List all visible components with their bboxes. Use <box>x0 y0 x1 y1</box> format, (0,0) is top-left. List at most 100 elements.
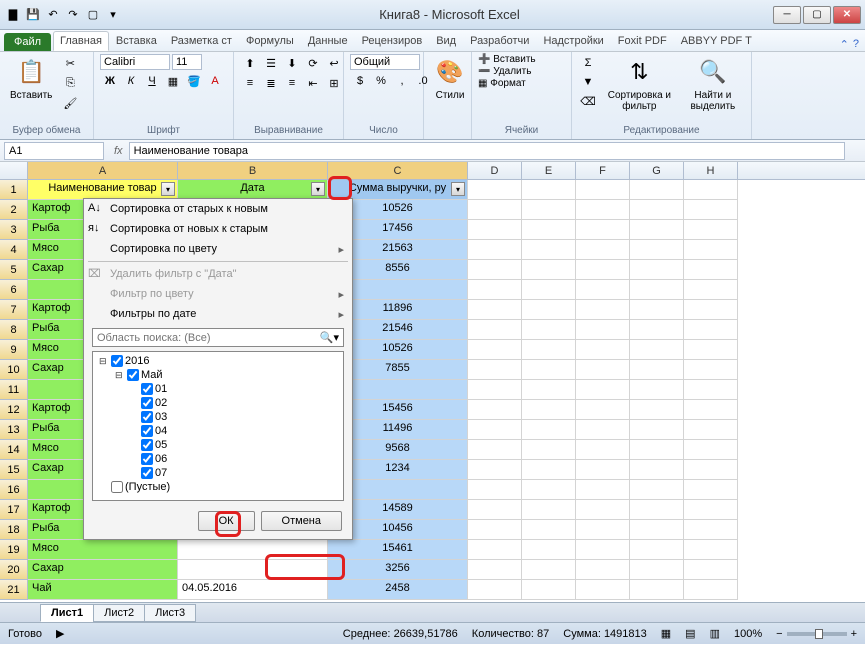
day-checkbox[interactable] <box>141 411 153 423</box>
col-header-e[interactable]: E <box>522 162 576 179</box>
cell[interactable] <box>630 260 684 280</box>
cell[interactable] <box>468 220 522 240</box>
formula-bar[interactable] <box>129 142 845 160</box>
comma-icon[interactable]: , <box>392 72 412 90</box>
cell[interactable] <box>630 340 684 360</box>
cell[interactable] <box>684 460 738 480</box>
cell[interactable] <box>684 340 738 360</box>
row-header[interactable]: 15 <box>0 460 27 480</box>
day-checkbox[interactable] <box>141 439 153 451</box>
close-button[interactable]: ✕ <box>833 6 861 24</box>
cell[interactable] <box>630 240 684 260</box>
cell[interactable] <box>630 280 684 300</box>
tab-layout[interactable]: Разметка ст <box>164 31 239 51</box>
percent-icon[interactable]: % <box>371 72 391 90</box>
tab-addins[interactable]: Надстройки <box>536 31 610 51</box>
row-header[interactable]: 1 <box>0 180 27 200</box>
minimize-button[interactable]: ─ <box>773 6 801 24</box>
find-button[interactable]: 🔍 Найти и выделить <box>681 54 745 114</box>
cell[interactable] <box>684 440 738 460</box>
cell[interactable] <box>576 520 630 540</box>
sort-filter-button[interactable]: ⇅ Сортировка и фильтр <box>602 54 677 114</box>
cell[interactable] <box>468 400 522 420</box>
font-size-select[interactable]: 11 <box>172 54 202 70</box>
select-all-corner[interactable] <box>0 162 28 179</box>
row-header[interactable]: 21 <box>0 580 27 600</box>
paste-button[interactable]: 📋 Вставить <box>6 54 56 103</box>
delete-cells-button[interactable]: ➖ Удалить <box>478 66 531 77</box>
tab-developer[interactable]: Разработчи <box>463 31 536 51</box>
cell[interactable] <box>468 380 522 400</box>
filter-dropdown-b[interactable]: ▾ <box>311 182 325 196</box>
cell[interactable] <box>576 340 630 360</box>
tab-insert[interactable]: Вставка <box>109 31 164 51</box>
row-header[interactable]: 19 <box>0 540 27 560</box>
cell[interactable] <box>468 440 522 460</box>
ok-button[interactable]: ОК <box>198 511 255 531</box>
cell[interactable] <box>630 400 684 420</box>
cell[interactable]: 3256 <box>328 560 468 580</box>
col-header-a[interactable]: A <box>28 162 178 179</box>
cell[interactable] <box>468 320 522 340</box>
number-format-select[interactable]: Общий <box>350 54 420 70</box>
cell[interactable] <box>630 500 684 520</box>
cell[interactable] <box>630 580 684 600</box>
format-painter-icon[interactable]: 🖌 <box>60 94 80 112</box>
tab-foxit[interactable]: Foxit PDF <box>611 31 674 51</box>
cell[interactable] <box>684 260 738 280</box>
filter-dropdown-c[interactable]: ▾ <box>451 182 465 196</box>
date-filters[interactable]: Фильтры по дате▸ <box>84 304 352 324</box>
cell[interactable] <box>684 420 738 440</box>
tab-home[interactable]: Главная <box>53 31 109 51</box>
format-cells-button[interactable]: ▦ Формат <box>478 78 526 89</box>
cell[interactable] <box>522 400 576 420</box>
cell[interactable] <box>684 240 738 260</box>
cell[interactable] <box>522 580 576 600</box>
maximize-button[interactable]: ▢ <box>803 6 831 24</box>
sheet-tab-3[interactable]: Лист3 <box>144 604 196 622</box>
insert-cells-button[interactable]: ➕ Вставить <box>478 54 536 65</box>
cell[interactable] <box>468 520 522 540</box>
cell[interactable] <box>684 320 738 340</box>
row-header[interactable]: 10 <box>0 360 27 380</box>
cell[interactable] <box>576 240 630 260</box>
undo-icon[interactable]: ↶ <box>44 6 62 24</box>
cell[interactable] <box>684 380 738 400</box>
cell[interactable] <box>522 540 576 560</box>
orientation-icon[interactable]: ⟳ <box>303 54 323 72</box>
row-header[interactable]: 16 <box>0 480 27 500</box>
sort-by-color[interactable]: Сортировка по цвету▸ <box>84 239 352 259</box>
new-icon[interactable]: ▢ <box>84 6 102 24</box>
cell[interactable] <box>468 280 522 300</box>
cell[interactable] <box>468 180 522 200</box>
name-box[interactable] <box>4 142 104 160</box>
month-checkbox[interactable] <box>127 369 139 381</box>
cell[interactable] <box>576 480 630 500</box>
cell[interactable] <box>522 280 576 300</box>
cell[interactable] <box>576 320 630 340</box>
header-cell-c[interactable]: Сумма выручки, ру▾ <box>328 180 468 200</box>
cell[interactable] <box>522 460 576 480</box>
cell[interactable] <box>630 180 684 200</box>
row-header[interactable]: 20 <box>0 560 27 580</box>
cell[interactable] <box>468 480 522 500</box>
cell[interactable] <box>684 220 738 240</box>
cell[interactable] <box>522 440 576 460</box>
expand-icon[interactable]: ⊟ <box>115 370 127 381</box>
cell[interactable] <box>630 360 684 380</box>
row-header[interactable]: 3 <box>0 220 27 240</box>
cell[interactable] <box>630 480 684 500</box>
cell[interactable] <box>468 300 522 320</box>
align-center-icon[interactable]: ≣ <box>261 74 281 92</box>
day-checkbox[interactable] <box>141 425 153 437</box>
cell[interactable] <box>522 500 576 520</box>
align-top-icon[interactable]: ⬆ <box>240 54 260 72</box>
row-header[interactable]: 7 <box>0 300 27 320</box>
cell[interactable] <box>576 260 630 280</box>
row-header[interactable]: 8 <box>0 320 27 340</box>
row-header[interactable]: 17 <box>0 500 27 520</box>
filter-dropdown-a[interactable]: ▾ <box>161 182 175 196</box>
cell[interactable] <box>684 180 738 200</box>
view-layout-icon[interactable]: ▤ <box>685 627 695 640</box>
macro-icon[interactable]: ▶ <box>56 627 64 640</box>
